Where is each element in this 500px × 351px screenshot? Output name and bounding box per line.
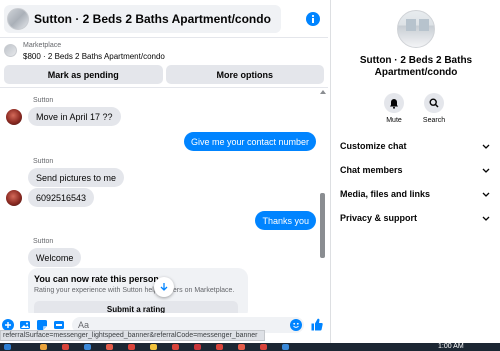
- taskbar-app-icon[interactable]: [172, 344, 179, 350]
- chevron-down-icon: [482, 168, 490, 173]
- taskbar-app-icon[interactable]: [194, 344, 201, 350]
- start-icon[interactable]: [4, 344, 11, 350]
- listing-actions: Mark as pending More options: [4, 65, 324, 84]
- taskbar-app-icon[interactable]: [216, 344, 223, 350]
- listing-banner-thumbnail: [4, 44, 17, 57]
- mute-label: Mute: [386, 117, 402, 124]
- message-sender: Sutton: [33, 238, 54, 245]
- taskbar-app-icon[interactable]: [238, 344, 245, 350]
- message-bubble-incoming: Welcome: [28, 248, 82, 267]
- section-privacy-support[interactable]: Privacy & support: [340, 211, 490, 225]
- rate-person-card: You can now rate this person Rating your…: [28, 268, 248, 313]
- chat-pane: Sutton · 2 Beds 2 Baths Apartment/condo …: [0, 0, 328, 351]
- message-bubble-outgoing: Thanks you: [255, 211, 316, 230]
- search-icon[interactable]: [424, 93, 444, 113]
- message-bubble-incoming: 6092516543: [28, 188, 95, 207]
- message-sender: Sutton: [33, 97, 54, 104]
- section-label: Media, files and links: [340, 189, 431, 199]
- taskbar-app-icon[interactable]: [62, 344, 69, 350]
- section-label: Privacy & support: [340, 213, 418, 223]
- search-label: Search: [422, 117, 446, 124]
- listing-banner[interactable]: Marketplace $800 · 2 Beds 2 Baths Apartm…: [0, 39, 328, 63]
- message-thread[interactable]: Sutton Move in April 17 ?? Give me your …: [0, 87, 328, 313]
- mark-as-pending-button[interactable]: Mark as pending: [4, 65, 163, 84]
- message-bubble-incoming: Move in April 17 ??: [28, 107, 121, 126]
- message-sender: Sutton: [33, 158, 54, 165]
- listing-thumbnail: [7, 8, 29, 30]
- bell-icon[interactable]: [384, 93, 404, 113]
- chat-header: Sutton · 2 Beds 2 Baths Apartment/condo: [0, 0, 328, 38]
- chevron-down-icon: [482, 192, 490, 197]
- sender-avatar: [6, 109, 22, 125]
- section-label: Customize chat: [340, 141, 407, 151]
- emoji-icon[interactable]: [290, 319, 302, 331]
- chevron-down-icon: [482, 144, 490, 149]
- conversation-title-button[interactable]: Sutton · 2 Beds 2 Baths Apartment/condo: [4, 5, 281, 33]
- rate-card-title: You can now rate this person: [34, 274, 159, 284]
- taskbar-app-icon[interactable]: [282, 344, 289, 350]
- scrollbar-thumb[interactable]: [320, 193, 325, 258]
- more-options-button[interactable]: More options: [165, 65, 324, 84]
- status-bar-url: referralSurface=messenger_lightspeed_ban…: [0, 330, 265, 341]
- section-customize-chat[interactable]: Customize chat: [340, 139, 490, 153]
- taskbar-app-icon[interactable]: [84, 344, 91, 350]
- taskbar-app-icon[interactable]: [106, 344, 113, 350]
- conversation-title: Sutton · 2 Beds 2 Baths Apartment/condo: [34, 12, 271, 26]
- conversation-details-pane: Sutton · 2 Beds 2 Baths Apartment/condo …: [330, 0, 500, 343]
- taskbar-clock: 1:00 AM: [438, 343, 464, 350]
- section-label: Chat members: [340, 165, 403, 175]
- scroll-to-bottom-arrow-icon[interactable]: [154, 277, 174, 297]
- message-bubble-outgoing: Give me your contact number: [183, 132, 316, 151]
- scroll-up-arrow-icon[interactable]: [320, 90, 326, 94]
- section-chat-members[interactable]: Chat members: [340, 163, 490, 177]
- chevron-down-icon: [482, 216, 490, 221]
- info-icon[interactable]: [306, 12, 320, 26]
- section-media-files-links[interactable]: Media, files and links: [340, 187, 490, 201]
- taskbar-app-icon[interactable]: [150, 344, 157, 350]
- taskbar-app-icon[interactable]: [260, 344, 267, 350]
- taskbar: 1:00 AM: [0, 343, 500, 351]
- message-scrollbar[interactable]: [319, 88, 326, 313]
- thumbs-up-icon[interactable]: [311, 318, 323, 331]
- taskbar-app-icon[interactable]: [40, 344, 47, 350]
- listing-photo: [397, 10, 435, 48]
- rate-card-description: Rating your experience with Sutton helps…: [34, 287, 235, 294]
- details-title: Sutton · 2 Beds 2 Baths Apartment/condo: [359, 55, 473, 78]
- listing-price-detail: $800 · 2 Beds 2 Baths Apartment/condo: [23, 52, 165, 61]
- sender-avatar: [6, 190, 22, 206]
- listing-source: Marketplace: [23, 42, 62, 49]
- taskbar-app-icon[interactable]: [128, 344, 135, 350]
- submit-rating-button[interactable]: Submit a rating: [34, 301, 238, 313]
- message-bubble-incoming: Send pictures to me: [28, 168, 125, 187]
